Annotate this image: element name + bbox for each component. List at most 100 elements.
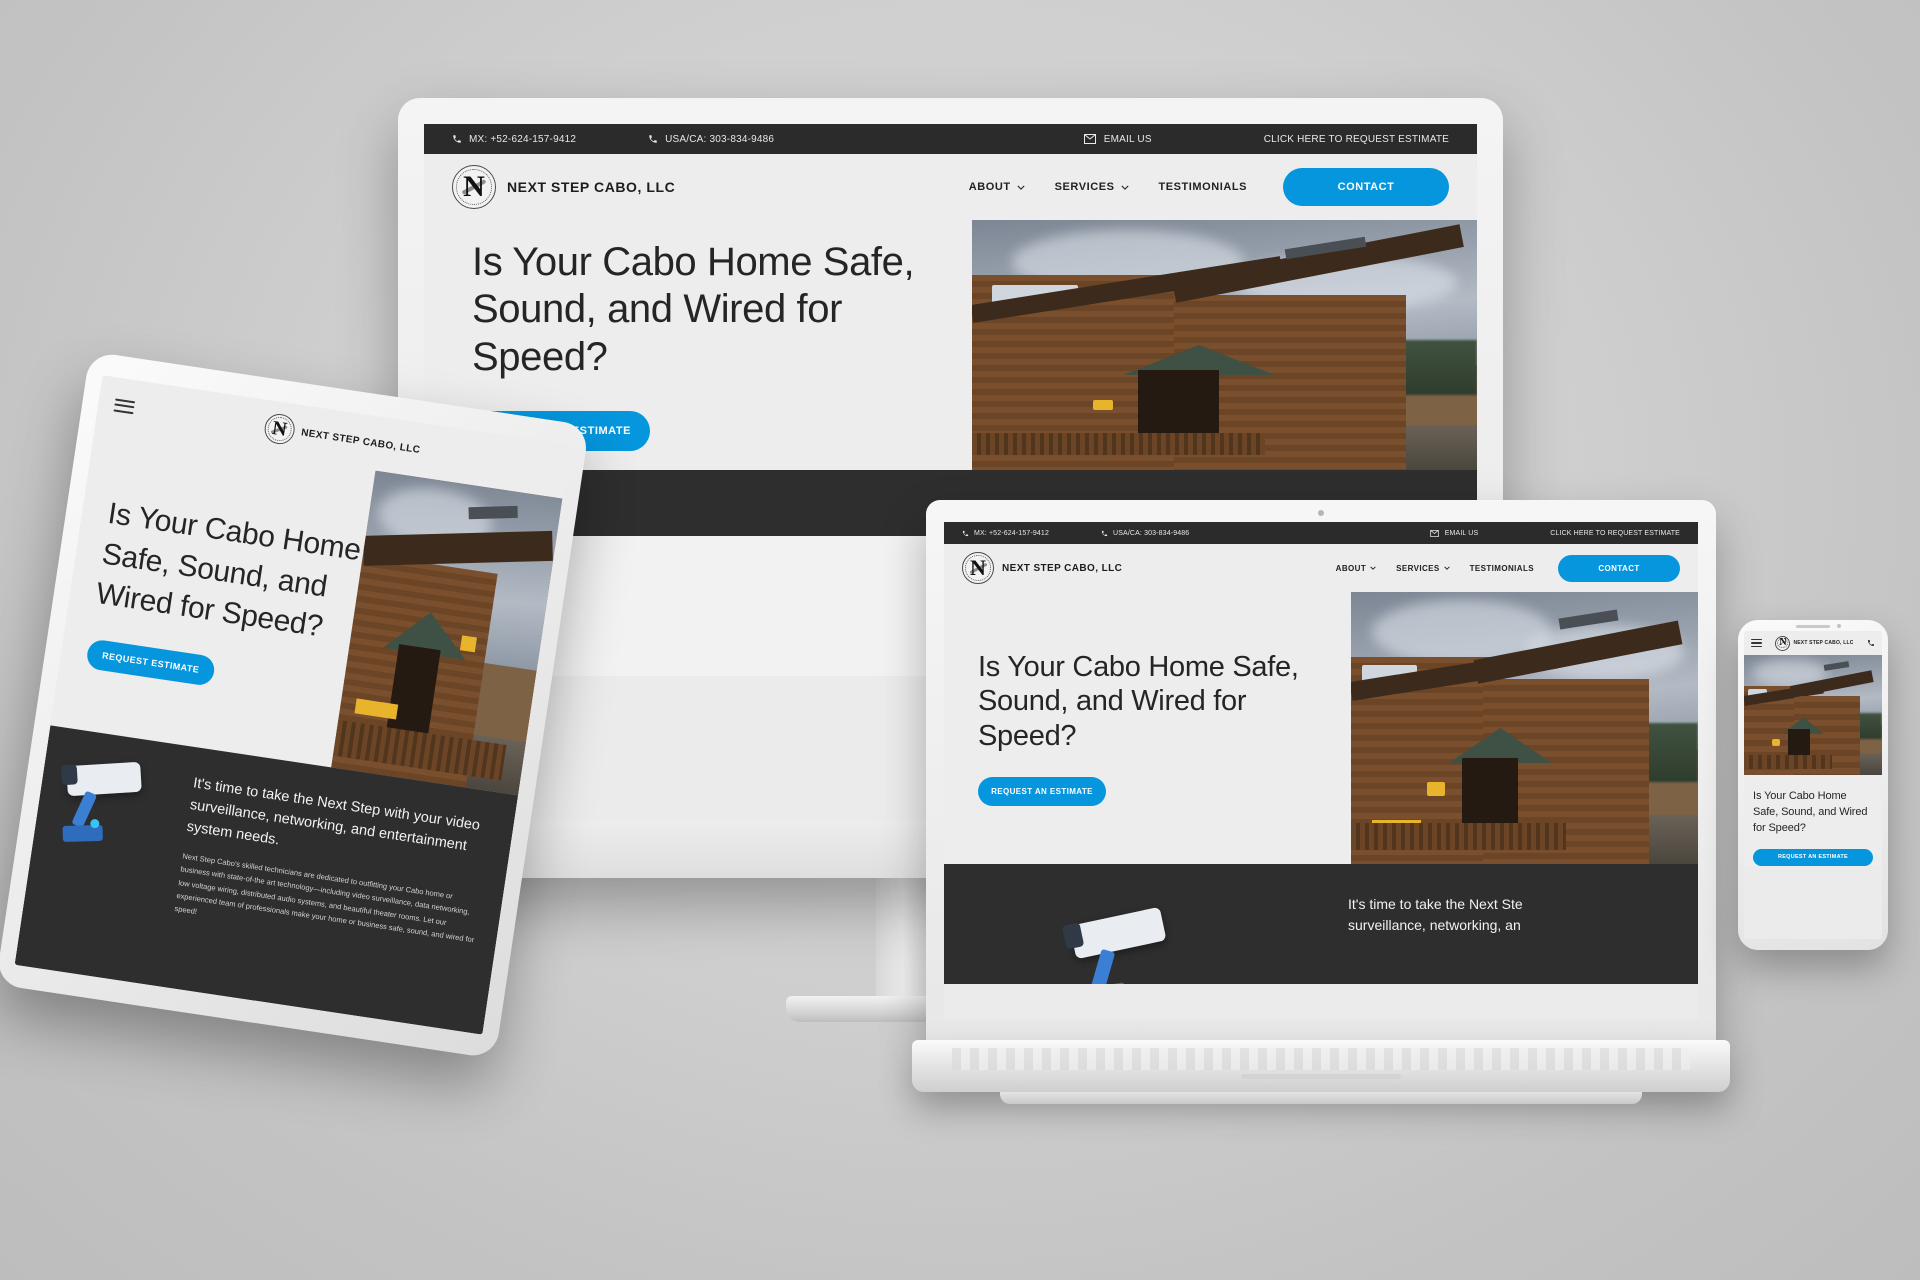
seal-letter: N (970, 555, 986, 580)
phone-icon[interactable] (1867, 639, 1875, 647)
brand-name: NEXT STEP CABO, LLC (507, 179, 676, 195)
hero-cta-button[interactable]: REQUEST AN ESTIMATE (1753, 848, 1873, 866)
phone-icon (962, 530, 969, 536)
brand-name: NEXT STEP CABO, LLC (1002, 562, 1123, 574)
phone-mx-label: MX: +52-624-157-9412 (974, 529, 1049, 537)
hero-section: Is Your Cabo Home Safe, Sound, and Wired… (944, 592, 1698, 864)
request-estimate-label: CLICK HERE TO REQUEST ESTIMATE (1263, 133, 1449, 145)
photo-solar-light (468, 505, 519, 520)
email-us-link[interactable]: EMAIL US (1083, 134, 1152, 145)
dark-heading-line2: surveillance, networking, an (1348, 917, 1521, 933)
company-seal-icon: N (962, 552, 994, 584)
photo-deck-rail (1744, 754, 1833, 769)
hero-cta-button[interactable]: REQUEST ESTIMATE (85, 638, 217, 687)
hero-heading: Is Your Cabo Home Safe, Sound, and Wired… (1753, 790, 1868, 834)
photo-yellow-marker (459, 635, 477, 653)
nav-item-services[interactable]: SERVICES (1055, 181, 1129, 193)
contact-button[interactable]: CONTACT (1558, 554, 1680, 582)
laptop-front-edge (1000, 1092, 1642, 1104)
phone-us-label: USA/CA: 303-834-9486 (665, 133, 775, 145)
tablet-screen: N NEXT STEP CABO, LLC Is Your Cabo Home … (14, 375, 571, 1035)
nav-item-testimonials-label: TESTIMONIALS (1158, 181, 1247, 193)
contact-button[interactable]: CONTACT (1283, 168, 1449, 206)
company-seal-icon: N (452, 165, 496, 209)
tablet-frame: N NEXT STEP CABO, LLC Is Your Cabo Home … (0, 351, 590, 1059)
phone-us-link[interactable]: USA/CA: 303-834-9486 (1101, 530, 1189, 537)
phone-speaker (1796, 625, 1830, 628)
seal-letter: N (270, 417, 289, 441)
brand-logo[interactable]: N NEXT STEP CABO, LLC (452, 165, 675, 209)
hamburger-menu-icon[interactable] (1751, 639, 1762, 647)
phone-frame: N NEXT STEP CABO, LLC Is Your Cabo Home … (1738, 620, 1888, 950)
photo-yellow-marker (1092, 400, 1114, 410)
hero-image (1744, 655, 1882, 775)
nav-links: ABOUT SERVICES TESTIMONIALS CONTACT (969, 168, 1449, 206)
nav-item-about[interactable]: ABOUT (969, 181, 1025, 193)
device-tablet: N NEXT STEP CABO, LLC Is Your Cabo Home … (0, 351, 590, 1059)
top-contact-bar: MX: +52-624-157-9412 USA/CA: 303-834-948… (424, 124, 1477, 154)
brand-logo[interactable]: N NEXT STEP CABO, LLC (962, 552, 1122, 584)
nav-links: ABOUT SERVICES TESTIMONIALS CONTACT (1336, 554, 1680, 582)
hero-cta-button[interactable]: REQUEST AN ESTIMATE (978, 776, 1106, 806)
photo-deck-rail (1351, 823, 1567, 851)
email-us-label: EMAIL US (1444, 529, 1479, 537)
webcam-icon (1318, 510, 1324, 516)
hero-copy: Is Your Cabo Home Safe, Sound, and Wired… (944, 592, 1352, 864)
hero-image (971, 220, 1477, 470)
seal-letter: N (463, 170, 485, 203)
request-estimate-label: CLICK HERE TO REQUEST ESTIMATE (1550, 529, 1680, 537)
phone-camera-icon (1837, 624, 1841, 628)
laptop-lid: MX: +52-624-157-9412 USA/CA: 303-834-948… (926, 500, 1716, 1045)
chevron-down-icon (1017, 185, 1025, 190)
envelope-icon (1429, 529, 1439, 537)
dark-band: It's time to take the Next Ste surveilla… (944, 864, 1698, 984)
device-laptop: MX: +52-624-157-9412 USA/CA: 303-834-948… (912, 500, 1730, 1120)
photo-deck-rail (971, 432, 1265, 455)
chevron-down-icon (1443, 566, 1450, 570)
phone-mx-link[interactable]: MX: +52-624-157-9412 (452, 134, 576, 145)
brand-name: NEXT STEP CABO, LLC (1793, 640, 1854, 646)
phone-us-label: USA/CA: 303-834-9486 (1113, 529, 1190, 537)
phone-icon (649, 135, 657, 143)
laptop-keyboard (952, 1048, 1690, 1070)
photo-yellow-marker (1427, 782, 1445, 796)
cabin-photo (1744, 655, 1882, 775)
seal-letter: N (1779, 637, 1787, 648)
hero-heading-line1: Is Your Cabo Home Safe, (472, 240, 915, 285)
hero-image (1351, 592, 1698, 864)
phone-mx-link[interactable]: MX: +52-624-157-9412 (962, 530, 1049, 537)
chevron-down-icon (1370, 566, 1376, 570)
photo-roof (362, 530, 553, 566)
brand-logo[interactable]: N NEXT STEP CABO, LLC (1775, 635, 1854, 651)
nav-item-services-label: SERVICES (1396, 563, 1440, 573)
website-laptop: MX: +52-624-157-9412 USA/CA: 303-834-948… (944, 522, 1698, 1019)
nav-item-about-label: ABOUT (968, 181, 1011, 193)
nav-item-testimonials[interactable]: TESTIMONIALS (1159, 181, 1248, 193)
camera-lens (60, 764, 78, 786)
nav-item-about-label: ABOUT (1335, 563, 1367, 573)
request-estimate-link[interactable]: CLICK HERE TO REQUEST ESTIMATE (1550, 530, 1680, 537)
brand-name: NEXT STEP CABO, LLC (300, 426, 421, 456)
photo-yellow-marker (1771, 739, 1780, 747)
email-us-link[interactable]: EMAIL US (1429, 529, 1479, 537)
nav-item-about[interactable]: ABOUT (1336, 564, 1376, 573)
request-estimate-link[interactable]: CLICK HERE TO REQUEST ESTIMATE (1264, 134, 1449, 145)
phone-screen: N NEXT STEP CABO, LLC Is Your Cabo Home … (1744, 631, 1882, 939)
nav-item-services[interactable]: SERVICES (1396, 564, 1450, 573)
hero-heading-line1: Is Your Cabo Home Safe, (978, 651, 1299, 684)
website-tablet: N NEXT STEP CABO, LLC Is Your Cabo Home … (14, 375, 571, 1035)
cabin-photo (1351, 592, 1698, 864)
hero-copy: Is Your Cabo Home Safe, Sound, and Wired… (50, 428, 376, 768)
nav-item-testimonials[interactable]: TESTIMONIALS (1470, 564, 1534, 573)
laptop-screen: MX: +52-624-157-9412 USA/CA: 303-834-948… (944, 522, 1698, 1019)
top-contact-bar: MX: +52-624-157-9412 USA/CA: 303-834-948… (944, 522, 1698, 544)
phone-us-link[interactable]: USA/CA: 303-834-9486 (648, 134, 774, 145)
laptop-trackpad (1241, 1074, 1401, 1079)
hamburger-menu-icon[interactable] (113, 397, 136, 414)
hero-heading: Is Your Cabo Home Safe, Sound, and Wired… (93, 497, 363, 644)
phone-icon (1101, 530, 1108, 536)
website-phone: N NEXT STEP CABO, LLC Is Your Cabo Home … (1744, 631, 1882, 939)
cabin-photo (971, 220, 1477, 470)
hero-copy: Is Your Cabo Home Safe, Sound, and Wired… (1744, 775, 1882, 866)
device-phone: N NEXT STEP CABO, LLC Is Your Cabo Home … (1738, 620, 1888, 950)
